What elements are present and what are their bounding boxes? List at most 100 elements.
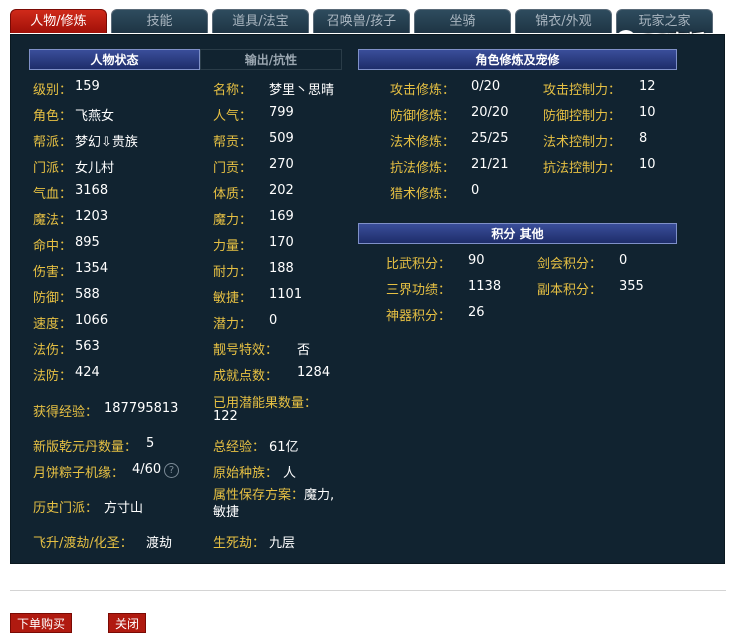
control-value: 10 — [639, 105, 656, 120]
points-value: 26 — [468, 305, 485, 320]
control-label: 攻击控制力： — [543, 83, 622, 98]
life-tribulation-value: 九层 — [269, 536, 296, 551]
control-value: 12 — [639, 79, 656, 94]
stat-label: 帮贡： — [213, 135, 253, 150]
cultivation-value: 25/25 — [471, 131, 509, 146]
zongzi-label: 月饼粽子机缘： — [33, 466, 125, 481]
stat-label: 气血： — [33, 187, 73, 202]
stat-label: 角色： — [33, 109, 73, 124]
points-label: 比武积分： — [386, 257, 452, 272]
header-cultivation: 角色修炼及宠修 — [358, 49, 677, 70]
header-points: 积分 其他 — [358, 223, 677, 244]
stat-value: 梦里丶思晴 — [269, 83, 335, 98]
tab-character[interactable]: 人物/修炼 — [10, 9, 107, 33]
stat-label: 靓号特效： — [213, 343, 279, 358]
stat-label: 魔力： — [213, 213, 253, 228]
stat-label: 速度： — [33, 317, 73, 332]
close-button[interactable]: 关闭 — [108, 613, 146, 633]
stat-value: 1203 — [75, 209, 109, 224]
cultivation-label: 法术修炼： — [390, 135, 456, 150]
stat-label: 名称： — [213, 83, 253, 98]
stat-label: 帮派： — [33, 135, 73, 150]
attr-scheme: 属性保存方案：魔力,敏捷 — [213, 487, 335, 521]
potion-value: 122 — [213, 409, 238, 424]
points-value: 355 — [619, 279, 644, 294]
cultivation-label: 猎术修炼： — [390, 187, 456, 202]
stat-label: 潜力： — [213, 317, 253, 332]
control-label: 防御控制力： — [543, 109, 622, 124]
control-value: 10 — [639, 157, 656, 172]
stat-value: 3168 — [75, 183, 109, 198]
stat-label: 防御： — [33, 291, 73, 306]
order-button[interactable]: 下单购买 — [10, 613, 72, 633]
stat-value: 202 — [269, 183, 294, 198]
stat-value: 169 — [269, 209, 294, 224]
points-label: 三界功绩： — [386, 283, 452, 298]
stat-label: 伤害： — [33, 265, 73, 280]
stat-value: 否 — [297, 343, 311, 358]
stat-label: 力量： — [213, 239, 253, 254]
stat-value: 588 — [75, 287, 100, 302]
cultivation-label: 攻击修炼： — [390, 83, 456, 98]
stat-value: 1284 — [297, 365, 331, 380]
tab-outfits[interactable]: 锦衣/外观 — [515, 9, 612, 33]
stat-label: 成就点数： — [213, 369, 279, 384]
stat-value: 女儿村 — [75, 161, 115, 176]
race-label: 原始种族： — [213, 466, 279, 481]
cultivation-label: 防御修炼： — [390, 109, 456, 124]
points-value: 0 — [619, 253, 628, 268]
character-panel: 人物状态 输出/抗性 角色修炼及宠修 级别： 159 角色： 飞燕女 帮派： 梦幻⇩贵族门… — [10, 34, 725, 564]
stat-label: 耐力： — [213, 265, 253, 280]
exp-label: 获得经验： — [33, 405, 99, 420]
zongzi-value: 4/60 — [132, 462, 162, 477]
history-sect-label: 历史门派： — [33, 501, 99, 516]
ascend-value: 渡劫 — [146, 536, 173, 551]
stat-value: 424 — [75, 365, 100, 380]
stat-value: 270 — [269, 157, 294, 172]
stat-value: 飞燕女 — [75, 109, 115, 124]
qianyuan-label: 新版乾元丹数量： — [33, 440, 138, 455]
tab-skills[interactable]: 技能 — [111, 9, 208, 33]
points-label: 副本积分： — [537, 283, 603, 298]
points-label: 神器积分： — [386, 309, 452, 324]
stat-value: 188 — [269, 261, 294, 276]
stat-label: 门贡： — [213, 161, 253, 176]
header-output-resist[interactable]: 输出/抗性 — [200, 49, 342, 70]
life-tribulation-label: 生死劫： — [213, 536, 266, 551]
divider — [10, 590, 726, 591]
total-exp-value: 61亿 — [269, 440, 299, 455]
control-label: 抗法控制力： — [543, 161, 622, 176]
cultivation-value: 0 — [471, 183, 480, 198]
attr-scheme-label: 属性保存方案： — [213, 488, 305, 503]
tab-pets[interactable]: 召唤兽/孩子 — [313, 9, 410, 33]
stat-value: 799 — [269, 105, 294, 120]
control-value: 8 — [639, 131, 648, 146]
help-icon[interactable]: ? — [164, 463, 179, 478]
points-label: 剑会积分： — [537, 257, 603, 272]
stat-label: 敏捷： — [213, 291, 253, 306]
header-character-status[interactable]: 人物状态 — [29, 49, 200, 70]
qianyuan-value: 5 — [146, 436, 155, 451]
stat-value: 159 — [75, 79, 100, 94]
stat-label: 法伤： — [33, 343, 73, 358]
stat-label: 级别： — [33, 83, 73, 98]
stat-value: 1101 — [269, 287, 303, 302]
points-value: 1138 — [468, 279, 502, 294]
stat-label: 命中： — [33, 239, 73, 254]
tab-mounts[interactable]: 坐骑 — [414, 9, 511, 33]
cultivation-value: 20/20 — [471, 105, 509, 120]
cultivation-value: 0/20 — [471, 79, 501, 94]
stat-value: 895 — [75, 235, 100, 250]
stat-value: 1066 — [75, 313, 109, 328]
stat-label: 人气： — [213, 109, 253, 124]
stat-value: 170 — [269, 235, 294, 250]
cultivation-label: 抗法修炼： — [390, 161, 456, 176]
stat-label: 体质： — [213, 187, 253, 202]
control-label: 法术控制力： — [543, 135, 622, 150]
ascend-label: 飞升/渡劫/化圣： — [33, 536, 133, 551]
race-value: 人 — [283, 466, 297, 481]
stat-value: 509 — [269, 131, 294, 146]
stat-value: 563 — [75, 339, 100, 354]
stat-label: 门派： — [33, 161, 73, 176]
tab-items[interactable]: 道具/法宝 — [212, 9, 309, 33]
